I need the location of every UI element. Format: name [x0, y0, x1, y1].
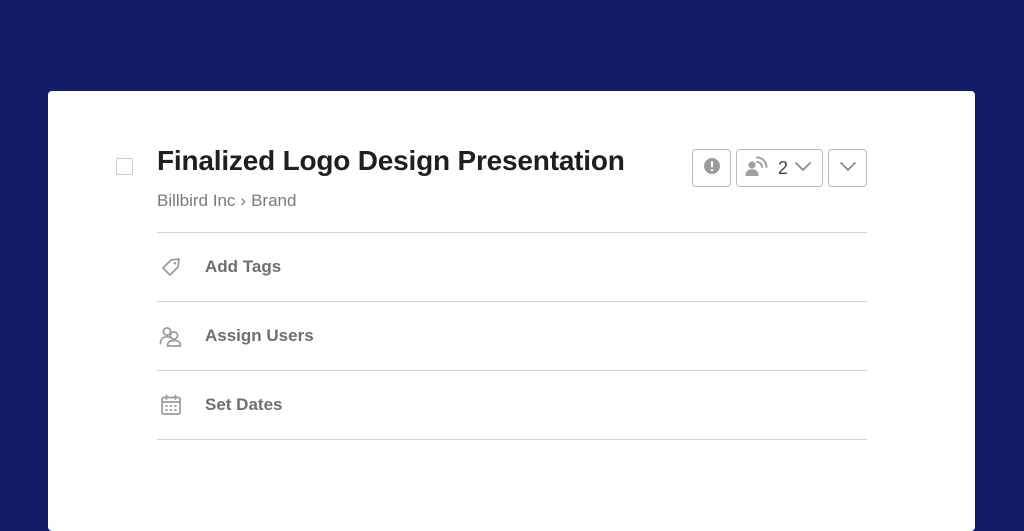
task-properties-list: Add Tags Assign Users Set Dates: [157, 232, 867, 440]
calendar-icon: [158, 392, 184, 418]
priority-button[interactable]: [692, 149, 731, 187]
set-dates-label: Set Dates: [205, 395, 283, 414]
followers-count: 2: [778, 157, 789, 178]
add-tags-row[interactable]: Add Tags: [157, 232, 867, 301]
tag-icon: [158, 254, 184, 280]
breadcrumb-section[interactable]: Brand: [251, 191, 296, 210]
task-complete-checkbox[interactable]: [116, 158, 133, 175]
breadcrumb-separator: ›: [240, 191, 247, 210]
followers-button[interactable]: 2: [736, 149, 823, 187]
users-icon: [158, 323, 184, 349]
more-options-button[interactable]: [828, 149, 867, 187]
chevron-down-icon: [839, 159, 857, 177]
task-title[interactable]: Finalized Logo Design Presentation: [157, 145, 625, 177]
assign-users-row[interactable]: Assign Users: [157, 301, 867, 370]
assign-users-label: Assign Users: [205, 326, 314, 345]
exclamation-circle-icon: [703, 157, 721, 180]
add-tags-label: Add Tags: [205, 257, 282, 276]
set-dates-row[interactable]: Set Dates: [157, 370, 867, 440]
breadcrumb: Billbird Inc › Brand: [157, 191, 296, 211]
follower-signal-icon: [745, 155, 769, 182]
breadcrumb-project[interactable]: Billbird Inc: [157, 191, 235, 210]
task-card: Finalized Logo Design Presentation Billb…: [48, 91, 975, 531]
chevron-down-icon: [794, 159, 812, 177]
